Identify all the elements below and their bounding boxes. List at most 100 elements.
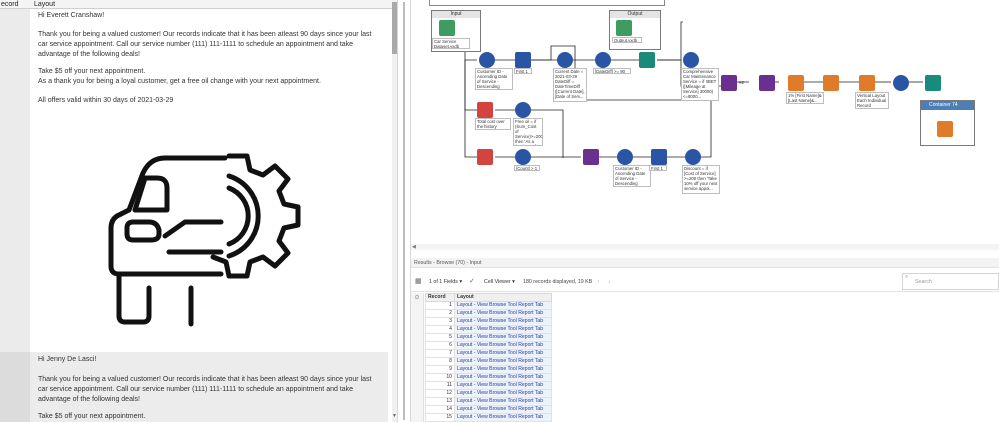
report-image-tool-icon[interactable] [823,75,839,91]
record-col-header[interactable]: Record [425,293,455,302]
sort-tool-2-icon[interactable] [617,149,633,165]
record-strip [0,9,30,422]
render-check-tool-icon[interactable] [893,75,909,91]
layout-cell[interactable]: Layout - View Browse Tool Report Tab [454,413,552,422]
workflow-canvas[interactable]: Input Car Service Dataset.yxdb Output Ou… [411,0,999,250]
record-number: 2 [425,309,455,318]
table-row[interactable]: 6 Layout - View Browse Tool Report Tab [425,341,552,350]
offer-2-1: Take $5 off your next appointment. [38,413,146,420]
check-icon[interactable]: ✓ [469,272,475,292]
table-row[interactable]: 1 Layout - View Browse Tool Report Tab [425,301,552,310]
layout-cell[interactable]: Layout - View Browse Tool Report Tab [454,381,552,390]
table-row[interactable]: 14 Layout - View Browse Tool Report Tab [425,405,552,414]
browse-tool-icon[interactable] [639,52,655,68]
layout-cell[interactable]: Layout - View Browse Tool Report Tab [454,357,552,366]
table-row[interactable]: 11 Layout - View Browse Tool Report Tab [425,381,552,390]
layout-cell[interactable]: Layout - View Browse Tool Report Tab [454,301,552,310]
output-label: Output.yxdb [612,37,642,43]
render-tool-icon[interactable] [937,121,953,137]
table-row[interactable]: 2 Layout - View Browse Tool Report Tab [425,309,552,318]
comment-box[interactable] [429,0,665,6]
browse-tool-2-icon[interactable] [925,75,941,91]
layout-tool-icon[interactable] [859,75,875,91]
join-tool-icon[interactable] [721,75,737,91]
layout-cell[interactable]: Layout - View Browse Tool Report Tab [454,349,552,358]
record-number: 10 [425,373,455,382]
binoculars-icon[interactable]: ⊙ [411,294,423,301]
table-row[interactable]: 3 Layout - View Browse Tool Report Tab [425,317,552,326]
record-number: 1 [425,301,455,310]
record-number: 9 [425,365,455,374]
search-input[interactable]: Search [902,273,999,290]
record-number: 15 [425,413,455,422]
layout-cell[interactable]: Layout - View Browse Tool Report Tab [454,341,552,350]
table-row[interactable]: 10 Layout - View Browse Tool Report Tab [425,373,552,382]
fields-dropdown[interactable]: 1 of 1 Fields ▾ [429,272,462,292]
table-view-icon[interactable]: ▦ [415,272,422,292]
layout-cell[interactable]: Layout - View Browse Tool Report Tab [454,405,552,414]
report-pane: ecord Layout Hi Everett Cranshaw! Thank … [0,0,397,422]
record-number: 8 [425,357,455,366]
union-tool-icon[interactable] [759,75,775,91]
layout-cell[interactable]: Layout - View Browse Tool Report Tab [454,365,552,374]
layout-cell[interactable]: Layout - View Browse Tool Report Tab [454,397,552,406]
layout-cell[interactable]: Layout - View Browse Tool Report Tab [454,373,552,382]
report-header: ecord Layout [0,0,397,9]
formula-2-annotation: Comprehensive Car Maintenance Service = … [681,68,719,101]
report-text-tool-icon[interactable] [788,75,804,91]
table-row[interactable]: 15 Layout - View Browse Tool Report Tab [425,413,552,422]
table-row[interactable]: 5 Layout - View Browse Tool Report Tab [425,333,552,342]
join-tool-2-icon[interactable] [583,149,599,165]
car-service-gear-icon [108,153,301,327]
layout-col-header[interactable]: Layout [454,293,552,302]
sample-tool-icon[interactable] [515,52,531,68]
message-1: Thank you for being a valued customer! O… [38,31,372,58]
arrow-up-icon[interactable]: ↑ [597,272,600,292]
layout-annotation: Vertical Layout Each Individual Record [855,92,889,109]
filter-tool-icon[interactable] [595,52,611,68]
layout-cell[interactable]: Layout - View Browse Tool Report Tab [454,389,552,398]
formula-tool-2-icon[interactable] [683,52,699,68]
arrow-down-icon[interactable]: ↓ [608,272,611,292]
record-number: 13 [425,397,455,406]
sort-annotation: Customer ID - Ascending Date of Service … [475,68,513,90]
layout-column-header: Layout [34,1,56,8]
formula-tool-icon[interactable] [557,52,573,68]
layout-cell[interactable]: Layout - View Browse Tool Report Tab [454,309,552,318]
formula-tool-4-icon[interactable] [685,149,701,165]
results-title: Results - Browse (70) - Input [411,258,999,268]
search-icon: ⌕ [905,274,909,280]
output-container-title: Output [610,11,660,18]
filter-2-annotation: [Count] > 1 [514,165,540,171]
table-row[interactable]: 12 Layout - View Browse Tool Report Tab [425,389,552,398]
table-row[interactable]: 8 Layout - View Browse Tool Report Tab [425,357,552,366]
layout-cell[interactable]: Layout - View Browse Tool Report Tab [454,325,552,334]
canvas-scrollbar[interactable]: ◀ [411,244,999,250]
sort-tool-icon[interactable] [479,52,495,68]
formula-tool-3-icon[interactable] [515,102,531,118]
output-data-tool-icon[interactable] [616,20,632,36]
table-row[interactable]: 13 Layout - View Browse Tool Report Tab [425,397,552,406]
results-grid: Record Layout 1 Layout - View Browse Tool… [425,293,552,422]
cell-viewer-dropdown[interactable]: Cell Viewer ▾ [484,272,515,292]
first-annotation: First 1 [514,68,532,74]
sample-tool-2-icon[interactable] [651,149,667,165]
sort-2-annotation: Customer ID - Ascending Date of Service … [613,165,651,187]
search-placeholder: Search [915,279,932,285]
container-74[interactable]: Container 74 [920,100,975,146]
pane-splitter[interactable] [397,0,411,422]
layout-cell[interactable]: Layout - View Browse Tool Report Tab [454,333,552,342]
summarize-annotation: Total cost over the history [475,118,511,130]
input-container-title: Input [432,11,480,18]
layout-cell[interactable]: Layout - View Browse Tool Report Tab [454,317,552,326]
greeting-2: Hi Jenny De Lasci! [38,356,97,363]
table-row[interactable]: 7 Layout - View Browse Tool Report Tab [425,349,552,358]
scroll-left-icon[interactable]: ◀ [412,244,416,250]
table-row[interactable]: 9 Layout - View Browse Tool Report Tab [425,365,552,374]
summarize-tool-icon[interactable] [477,102,493,118]
input-data-tool-icon[interactable] [439,20,455,36]
filter-tool-2-icon[interactable] [515,149,531,165]
table-row[interactable]: 4 Layout - View Browse Tool Report Tab [425,325,552,334]
summarize-tool-2-icon[interactable] [477,149,493,165]
record-column-header: ecord [1,1,19,8]
